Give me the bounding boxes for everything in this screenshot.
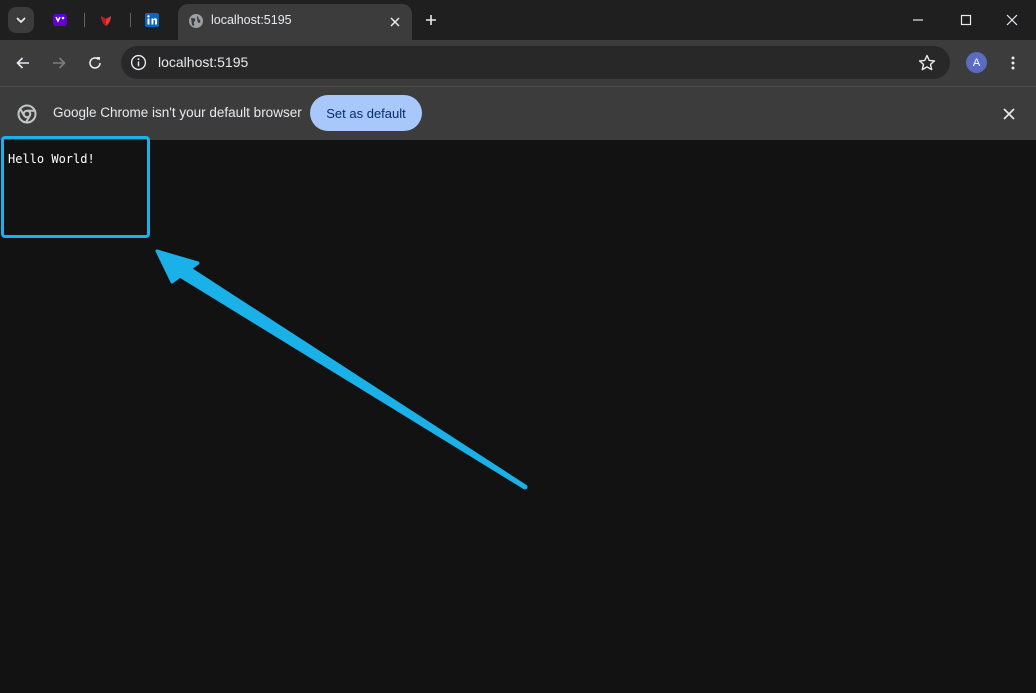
infobar-message: Google Chrome isn't your default browser: [53, 105, 302, 120]
url-text[interactable]: localhost:5195: [158, 54, 248, 70]
info-icon[interactable]: [130, 54, 147, 71]
linkedin-icon: [145, 13, 159, 27]
pinned-tab-linkedin[interactable]: [140, 8, 164, 32]
window-close-button[interactable]: [998, 6, 1026, 34]
infobar-close-button[interactable]: [999, 104, 1019, 124]
tab-close-button[interactable]: [386, 13, 404, 31]
default-browser-infobar: Google Chrome isn't your default browser…: [0, 86, 1036, 140]
close-icon: [1006, 14, 1018, 26]
close-icon: [390, 17, 400, 27]
new-tab-button[interactable]: [420, 9, 442, 31]
tab-localhost[interactable]: localhost:5195: [178, 4, 412, 40]
minimize-icon: [913, 19, 923, 21]
menu-button[interactable]: [999, 49, 1027, 77]
minimize-button[interactable]: [904, 6, 932, 34]
more-vert-icon: [1011, 56, 1015, 70]
globe-icon: [189, 14, 203, 28]
profile-avatar[interactable]: A: [966, 52, 987, 73]
maximize-button[interactable]: [952, 6, 980, 34]
pinned-tab-yahoo[interactable]: [48, 8, 72, 32]
set-as-default-button[interactable]: Set as default: [310, 95, 422, 131]
pinned-tab-red-app[interactable]: [94, 8, 118, 32]
red-app-icon: [101, 16, 111, 26]
tab-strip: localhost:5195: [0, 0, 1036, 40]
chevron-down-icon: [16, 17, 26, 23]
close-icon: [1003, 108, 1015, 120]
arrow-left-icon: [16, 57, 29, 69]
tab-separator: [130, 13, 131, 27]
page-viewport: Hello World!: [0, 136, 1036, 693]
forward-button[interactable]: [45, 49, 73, 77]
arrow-right-icon: [53, 57, 66, 69]
tab-separator: [84, 13, 85, 27]
maximize-icon: [960, 14, 972, 26]
yahoo-mail-icon: [53, 14, 67, 26]
bookmark-star-icon[interactable]: [917, 53, 937, 73]
plus-icon: [426, 15, 436, 25]
toolbar: localhost:5195 A: [0, 40, 1036, 86]
reload-button[interactable]: [81, 49, 109, 77]
browser-window: localhost:5195 localhost:5195 A Google C…: [0, 0, 1036, 693]
tab-title: localhost:5195: [211, 13, 292, 27]
annotation-arrow: [155, 249, 528, 490]
address-bar[interactable]: localhost:5195: [121, 46, 950, 79]
tab-search-button[interactable]: [8, 7, 34, 33]
reload-icon: [89, 57, 101, 69]
chrome-logo-icon: [17, 104, 37, 124]
back-button[interactable]: [9, 49, 37, 77]
